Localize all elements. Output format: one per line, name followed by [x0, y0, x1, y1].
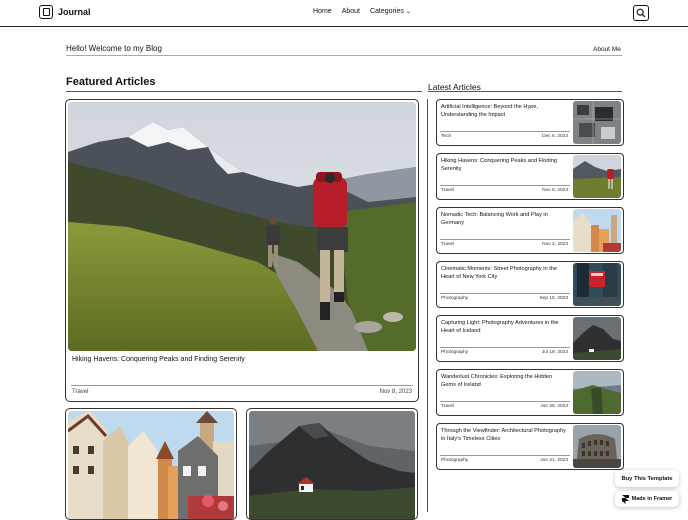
divider	[428, 91, 622, 92]
latest-article-card[interactable]: Wanderlust Chronicles: Exploring the Hid…	[436, 369, 624, 416]
divider	[66, 55, 622, 56]
german-town-image	[68, 411, 234, 519]
featured-article-card-small[interactable]	[246, 408, 418, 520]
latest-article-card[interactable]: Capturing Light: Photography Adventures …	[436, 315, 624, 362]
welcome-text: Hello! Welcome to my Blog	[66, 44, 162, 53]
buy-template-button[interactable]: Buy This Template	[615, 470, 679, 487]
latest-article-date: Jun 29, 2023	[540, 404, 568, 409]
brand-name: Journal	[58, 7, 91, 17]
latest-article-date: Jun 21, 2023	[540, 458, 568, 463]
search-button[interactable]	[633, 5, 649, 21]
latest-article-card[interactable]: Hiking Havens: Conquering Peaks and Find…	[436, 153, 624, 200]
divider	[440, 347, 570, 348]
nav-categories[interactable]: Categories ⌄	[370, 8, 411, 15]
divider	[440, 401, 570, 402]
german-town-thumbnail	[573, 209, 621, 252]
featured-article-card[interactable]: Hiking Havens: Conquering Peaks and Find…	[65, 99, 419, 402]
divider	[440, 455, 570, 456]
latest-article-category: Travel	[441, 188, 455, 193]
latest-article-category: Tech	[441, 134, 452, 139]
hiking-thumbnail	[573, 155, 621, 198]
ireland-cliffs-thumbnail	[573, 371, 621, 414]
latest-article-card[interactable]: Artificial Intelligence: Beyond the Hype…	[436, 99, 624, 146]
latest-article-category: Photography	[441, 458, 469, 463]
nav-categories-label: Categories	[369, 8, 404, 15]
latest-article-date: Nov 2, 2023	[542, 242, 568, 247]
latest-article-date: Sep 15, 2023	[539, 296, 568, 301]
main-nav: Home About Categories ⌄	[313, 8, 411, 15]
latest-article-category: Photography	[441, 296, 469, 301]
latest-article-date: Dec 6, 2023	[542, 134, 568, 139]
journal-logo-icon	[39, 5, 53, 19]
nav-home[interactable]: Home	[313, 8, 332, 15]
nav-about[interactable]: About	[342, 8, 360, 15]
latest-article-title: Wanderlust Chronicles: Exploring the Hid…	[441, 374, 553, 388]
divider	[440, 239, 570, 240]
latest-article-title: Capturing Light: Photography Adventures …	[441, 320, 559, 334]
latest-article-category: Travel	[441, 242, 455, 247]
featured-article-title: Hiking Havens: Conquering Peaks and Find…	[72, 356, 245, 363]
about-me-link[interactable]: About Me	[593, 46, 621, 53]
latest-article-category: Travel	[441, 404, 455, 409]
iceland-mountain-image	[249, 411, 415, 519]
latest-article-title: Artificial Intelligence: Beyond the Hype…	[441, 104, 539, 118]
top-navbar: Journal Home About Categories ⌄	[0, 0, 688, 27]
latest-article-card[interactable]: Through the Viewfinder: Architectural Ph…	[436, 423, 624, 470]
framer-logo-icon	[621, 494, 629, 504]
latest-article-card[interactable]: Cinematic Moments: Street Photography in…	[436, 261, 624, 308]
latest-article-title: Hiking Havens: Conquering Peaks and Find…	[441, 158, 557, 172]
made-in-framer-label: Made in Framer	[631, 496, 673, 502]
hiking-mountain-image	[68, 102, 416, 351]
divider	[440, 185, 570, 186]
chevron-down-icon: ⌄	[405, 9, 411, 15]
latest-article-date: Jul 19, 2023	[541, 350, 568, 355]
brand-logo[interactable]: Journal	[39, 5, 91, 19]
divider	[66, 91, 422, 92]
search-icon	[636, 8, 646, 18]
featured-section-title: Featured Articles	[66, 76, 156, 88]
latest-article-category: Photography	[441, 350, 469, 355]
featured-article-date: Nov 8, 2023	[379, 389, 412, 395]
latest-article-card[interactable]: Nomadic Tech: Balancing Work and Play in…	[436, 207, 624, 254]
latest-article-title: Cinematic Moments: Street Photography in…	[441, 266, 557, 280]
new-york-street-thumbnail	[573, 263, 621, 306]
circuit-board-thumbnail	[573, 101, 621, 144]
divider	[440, 131, 570, 132]
latest-article-date: Nov 8, 2023	[542, 188, 568, 193]
divider	[440, 293, 570, 294]
divider	[71, 385, 413, 386]
iceland-thumbnail	[573, 317, 621, 360]
made-in-framer-button[interactable]: Made in Framer	[615, 491, 679, 507]
featured-article-card-small[interactable]	[65, 408, 237, 520]
colosseum-thumbnail	[573, 425, 621, 468]
column-divider	[427, 99, 428, 512]
latest-article-title: Nomadic Tech: Balancing Work and Play in…	[441, 212, 548, 226]
featured-article-category: Travel	[72, 389, 89, 395]
latest-article-title: Through the Viewfinder: Architectural Ph…	[441, 428, 566, 442]
